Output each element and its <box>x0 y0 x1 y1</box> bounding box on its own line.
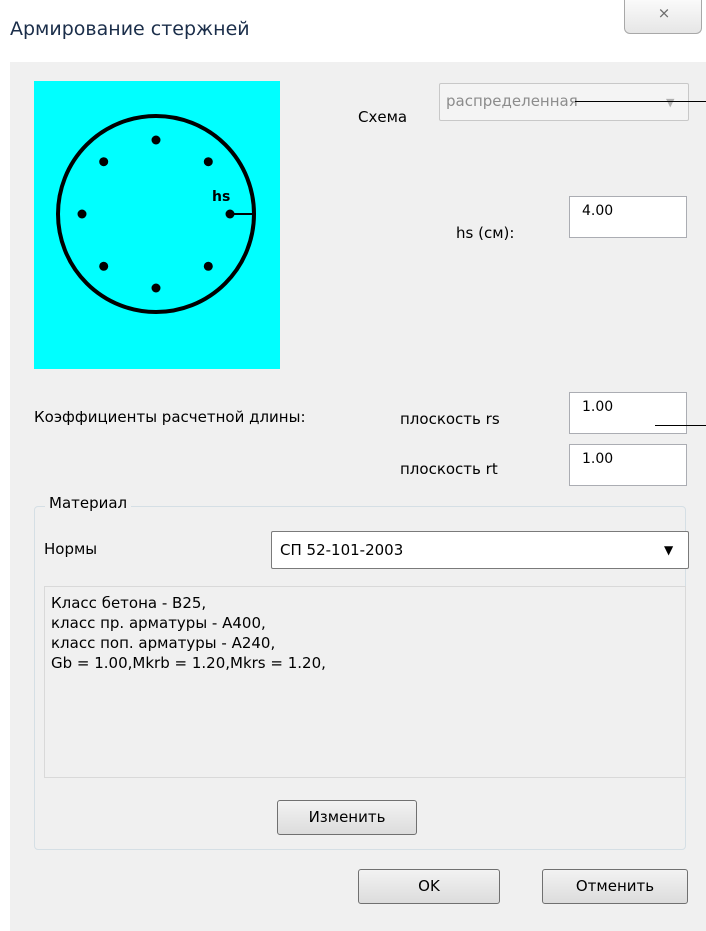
rebar-dot <box>99 157 109 167</box>
hs-input[interactable]: 4.00 <box>569 196 687 238</box>
section-diagram: hs <box>56 114 256 314</box>
schema-select[interactable]: распределенная ▼ <box>439 83 689 121</box>
window-title: Армирование стержней <box>10 18 250 40</box>
ok-button[interactable]: OK <box>358 869 500 904</box>
hs-label: hs (см): <box>456 224 515 242</box>
section-preview: hs <box>34 81 280 369</box>
material-description[interactable]: Класс бетона - В25, класс пр. арматуры -… <box>44 586 686 778</box>
rebar-group <box>77 135 235 293</box>
rebar-dot <box>203 157 213 167</box>
norms-value: СП 52-101-2003 <box>280 541 404 559</box>
rebar-dot <box>151 135 161 145</box>
schema-leader-line <box>575 101 706 102</box>
rt-label: плоскость rt <box>400 460 498 478</box>
norms-select[interactable]: СП 52-101-2003 ▼ <box>271 531 689 569</box>
schema-label: Схема <box>358 108 408 126</box>
title-bar[interactable]: Армирование стержней ⨯ <box>0 0 706 62</box>
close-button[interactable]: ⨯ <box>624 0 702 34</box>
hs-diagram-label: hs <box>212 189 230 205</box>
coefficients-label: Коэффициенты расчетной длины: <box>34 408 306 426</box>
rs-leader-line <box>655 425 706 426</box>
rs-input[interactable]: 1.00 <box>569 392 687 434</box>
schema-value: распределенная <box>446 92 578 110</box>
dialog-window: Армирование стержней ⨯ hs Схема распреде… <box>0 0 706 931</box>
rebar-dot <box>203 261 213 271</box>
section-outline <box>56 114 256 314</box>
rt-input[interactable]: 1.00 <box>569 444 687 486</box>
rebar-dot <box>151 283 161 293</box>
chevron-down-icon: ▼ <box>664 543 674 557</box>
norms-label: Нормы <box>44 540 98 558</box>
cancel-button[interactable]: Отменить <box>542 869 688 904</box>
material-group-title: Материал <box>45 494 132 512</box>
rebar-dot <box>99 261 109 271</box>
close-icon: ⨯ <box>657 4 671 22</box>
chevron-down-icon: ▼ <box>666 96 675 109</box>
change-button[interactable]: Изменить <box>277 800 417 835</box>
rs-label: плоскость rs <box>400 410 500 428</box>
rebar-dot <box>77 209 87 219</box>
